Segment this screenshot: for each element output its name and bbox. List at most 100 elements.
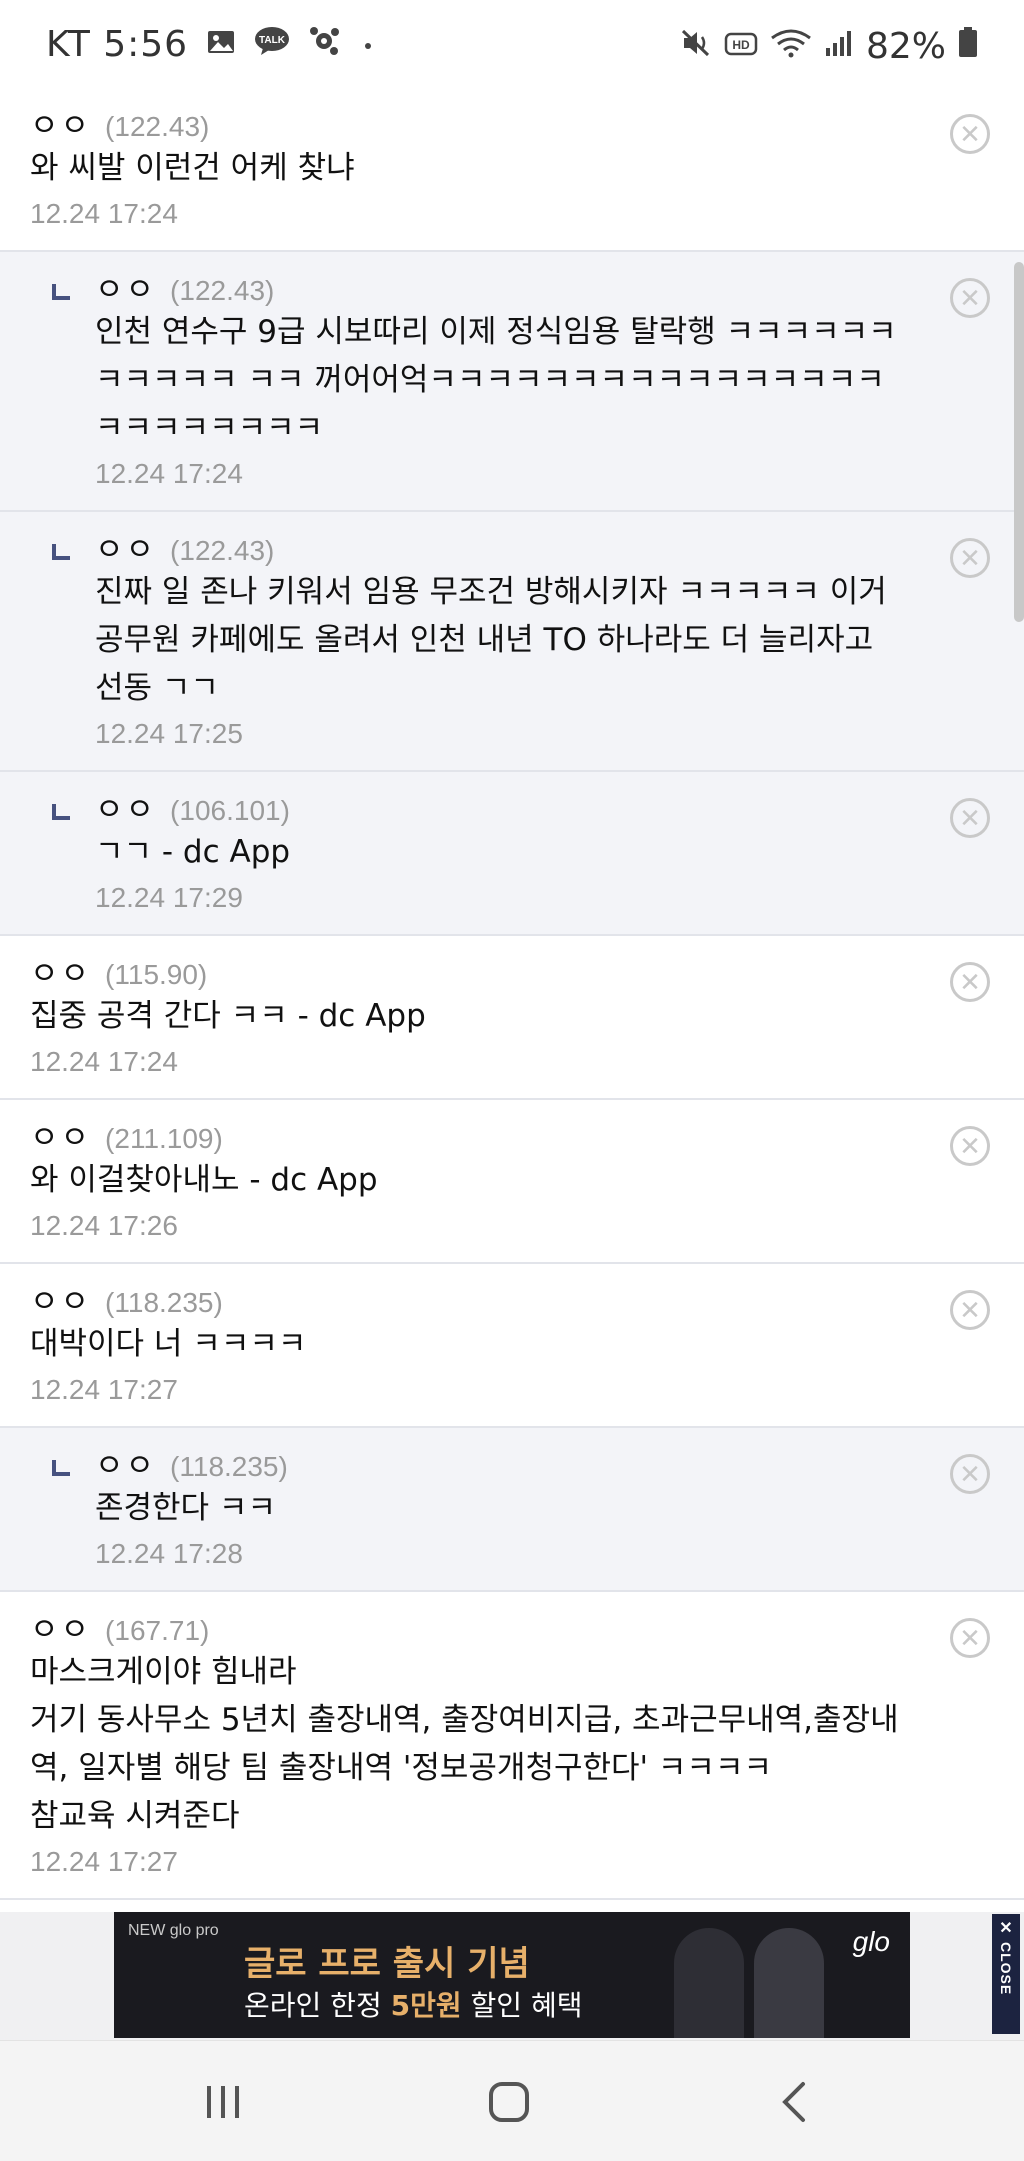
- comment-text: 존경한다 ㅋㅋ: [95, 1490, 276, 1526]
- comment-author-row: ㅇㅇ (118.235): [30, 1272, 904, 1320]
- comment-ip: (118.235): [170, 1451, 288, 1482]
- navigation-bar: [0, 2040, 1024, 2161]
- comment-ip: (122.43): [105, 111, 210, 142]
- status-bar: KT 5:56 TALK HD 82%: [0, 0, 1024, 95]
- reply-arrow-icon: [52, 544, 70, 560]
- ad-logo: glo: [852, 1926, 890, 1957]
- comment-text: 진짜 일 존나 키워서 임용 무조건 방해시키자 ㅋㅋㅋㅋㅋ 이거 공무원 카페…: [95, 574, 897, 706]
- back-button[interactable]: [735, 2041, 855, 2161]
- comment-nickname[interactable]: ㅇㅇ: [95, 264, 156, 309]
- comment-body: ㅇㅇ (122.43) 와 씨발 이런건 어케 찾냐 12.24 17:24: [0, 88, 1024, 250]
- comment-date: 12.24 17:24: [95, 458, 243, 489]
- carrier-time: KT 5:56: [46, 24, 189, 65]
- ad-subtitle: 온라인 한정 5만원 할인 혜택: [244, 1989, 583, 2022]
- comment-text: 와 씨발 이런건 어케 찾냐: [30, 150, 355, 186]
- comment-body: ㅇㅇ (118.235) 대박이다 너 ㅋㅋㅋㅋ 12.24 17:27: [0, 1264, 1024, 1426]
- delete-comment-button[interactable]: ✕: [950, 114, 990, 154]
- comment-author-row: ㅇㅇ (118.235): [95, 1436, 904, 1484]
- comment-ip: (167.71): [105, 1615, 210, 1646]
- comment-date: 12.24 17:25: [95, 718, 243, 749]
- delete-comment-button[interactable]: ✕: [950, 798, 990, 838]
- comment-nickname[interactable]: ㅇㅇ: [30, 948, 91, 993]
- close-circle-icon: ✕: [959, 119, 981, 149]
- gallery-icon: [206, 24, 236, 65]
- delete-comment-button[interactable]: ✕: [950, 1454, 990, 1494]
- comment-body: ㅇㅇ (122.43) 진짜 일 존나 키워서 임용 무조건 방해시키자 ㅋㅋㅋㅋㅋ…: [0, 512, 1024, 770]
- comment-nickname[interactable]: ㅇㅇ: [30, 1276, 91, 1321]
- comment-author-row: ㅇㅇ (115.90): [30, 944, 904, 992]
- comment-body: ㅇㅇ (167.71) 마스크게이야 힘내라 거기 동사무소 5년치 출장내역, 출…: [0, 1592, 1024, 1898]
- comment-list: ㅇㅇ (122.43) 와 씨발 이런건 어케 찾냐 12.24 17:24 ✕ ㅇㅇ (1…: [0, 88, 1024, 1900]
- comment-nickname[interactable]: ㅇㅇ: [30, 1604, 91, 1649]
- comment-nickname[interactable]: ㅇㅇ: [30, 100, 91, 145]
- back-icon: [782, 2081, 805, 2122]
- delete-comment-button[interactable]: ✕: [950, 1618, 990, 1658]
- scrollbar[interactable]: [1014, 262, 1024, 622]
- reply-item[interactable]: ㅇㅇ (122.43) 진짜 일 존나 키워서 임용 무조건 방해시키자 ㅋㅋㅋㅋㅋ…: [0, 512, 1024, 772]
- comment-ip: (211.109): [105, 1123, 223, 1154]
- comment-author-row: ㅇㅇ (122.43): [30, 96, 904, 144]
- recent-apps-button[interactable]: [163, 2041, 283, 2161]
- delete-comment-button[interactable]: ✕: [950, 962, 990, 1002]
- comment-nickname[interactable]: ㅇㅇ: [95, 524, 156, 569]
- ad-model-image: [674, 1928, 744, 2038]
- comment-nickname[interactable]: ㅇㅇ: [95, 784, 156, 829]
- ad-banner[interactable]: NEW glo pro 글로 프로 출시 기념 온라인 한정 5만원 할인 혜택…: [114, 1912, 910, 2038]
- close-circle-icon: ✕: [959, 283, 981, 313]
- comment-ip: (122.43): [170, 535, 275, 566]
- close-circle-icon: ✕: [959, 1459, 981, 1489]
- comment-body: ㅇㅇ (211.109) 와 이걸찾아내노 - dc App 12.24 17:26: [0, 1100, 1024, 1262]
- comment-item[interactable]: ㅇㅇ (167.71) 마스크게이야 힘내라 거기 동사무소 5년치 출장내역, 출…: [0, 1592, 1024, 1900]
- comment-body: ㅇㅇ (115.90) 집중 공격 간다 ㅋㅋ - dc App 12.24 17:2…: [0, 936, 1024, 1098]
- ad-title: 글로 프로 출시 기념: [244, 1944, 530, 1984]
- delete-comment-button[interactable]: ✕: [950, 1290, 990, 1330]
- comment-text: 인천 연수구 9급 시보따리 이제 정식임용 탈락행 ㅋㅋㅋㅋㅋㅋㅋㅋㅋㅋㅋ ㅋ…: [95, 314, 897, 446]
- comment-date: 12.24 17:27: [30, 1846, 178, 1877]
- more-notifications-dot-icon: [358, 24, 378, 65]
- comment-item[interactable]: ㅇㅇ (115.90) 집중 공격 간다 ㅋㅋ - dc App 12.24 17:2…: [0, 936, 1024, 1100]
- comment-date: 12.24 17:29: [95, 882, 243, 913]
- delete-comment-button[interactable]: ✕: [950, 538, 990, 578]
- reply-arrow-icon: [52, 1460, 70, 1476]
- comment-author-row: ㅇㅇ (211.109): [30, 1108, 904, 1156]
- close-circle-icon: ✕: [959, 1295, 981, 1325]
- comment-item[interactable]: ㅇㅇ (118.235) 대박이다 너 ㅋㅋㅋㅋ 12.24 17:27 ✕: [0, 1264, 1024, 1428]
- comment-author-row: ㅇㅇ (106.101): [95, 780, 904, 828]
- reply-item[interactable]: ㅇㅇ (118.235) 존경한다 ㅋㅋ 12.24 17:28 ✕: [0, 1428, 1024, 1592]
- close-icon: ✕: [999, 1920, 1013, 1937]
- reply-item[interactable]: ㅇㅇ (122.43) 인천 연수구 9급 시보따리 이제 정식임용 탈락행 ㅋㅋㅋ…: [0, 252, 1024, 512]
- delete-comment-button[interactable]: ✕: [950, 278, 990, 318]
- comment-nickname[interactable]: ㅇㅇ: [30, 1112, 91, 1157]
- comment-date: 12.24 17:28: [95, 1538, 243, 1569]
- comment-ip: (115.90): [105, 959, 208, 990]
- comment-author-row: ㅇㅇ (167.71): [30, 1600, 904, 1648]
- comment-date: 12.24 17:27: [30, 1374, 178, 1405]
- comment-text: ㄱㄱ - dc App: [95, 834, 291, 870]
- ad-close-label: CLOSE: [998, 1942, 1014, 1996]
- reply-item[interactable]: ㅇㅇ (106.101) ㄱㄱ - dc App 12.24 17:29 ✕: [0, 772, 1024, 936]
- wifi-icon: [770, 26, 812, 67]
- svg-text:HD: HD: [732, 38, 750, 52]
- comment-ip: (118.235): [105, 1287, 223, 1318]
- reply-arrow-icon: [52, 804, 70, 820]
- comment-text: 집중 공격 간다 ㅋㅋ - dc App: [30, 998, 426, 1034]
- battery-percent: 82%: [865, 26, 946, 67]
- svg-text:TALK: TALK: [259, 35, 286, 46]
- comment-item[interactable]: ㅇㅇ (211.109) 와 이걸찾아내노 - dc App 12.24 17:26 ✕: [0, 1100, 1024, 1264]
- home-button[interactable]: [449, 2041, 569, 2161]
- comment-nickname[interactable]: ㅇㅇ: [95, 1440, 156, 1485]
- close-circle-icon: ✕: [959, 967, 981, 997]
- comment-text: 대박이다 너 ㅋㅋㅋㅋ: [30, 1326, 307, 1362]
- ad-close-button[interactable]: ✕ CLOSE: [992, 1914, 1020, 2034]
- comment-body: ㅇㅇ (118.235) 존경한다 ㅋㅋ 12.24 17:28: [0, 1428, 1024, 1590]
- delete-comment-button[interactable]: ✕: [950, 1126, 990, 1166]
- comment-ip: (106.101): [170, 795, 290, 826]
- close-circle-icon: ✕: [959, 543, 981, 573]
- kakaotalk-icon: TALK: [254, 24, 290, 65]
- comment-author-row: ㅇㅇ (122.43): [95, 260, 904, 308]
- close-circle-icon: ✕: [959, 1131, 981, 1161]
- battery-icon: [958, 26, 978, 67]
- ad-brand: NEW glo pro: [128, 1922, 219, 1939]
- comment-item[interactable]: ㅇㅇ (122.43) 와 씨발 이런건 어케 찾냐 12.24 17:24 ✕: [0, 88, 1024, 252]
- status-right: HD 82%: [680, 26, 978, 67]
